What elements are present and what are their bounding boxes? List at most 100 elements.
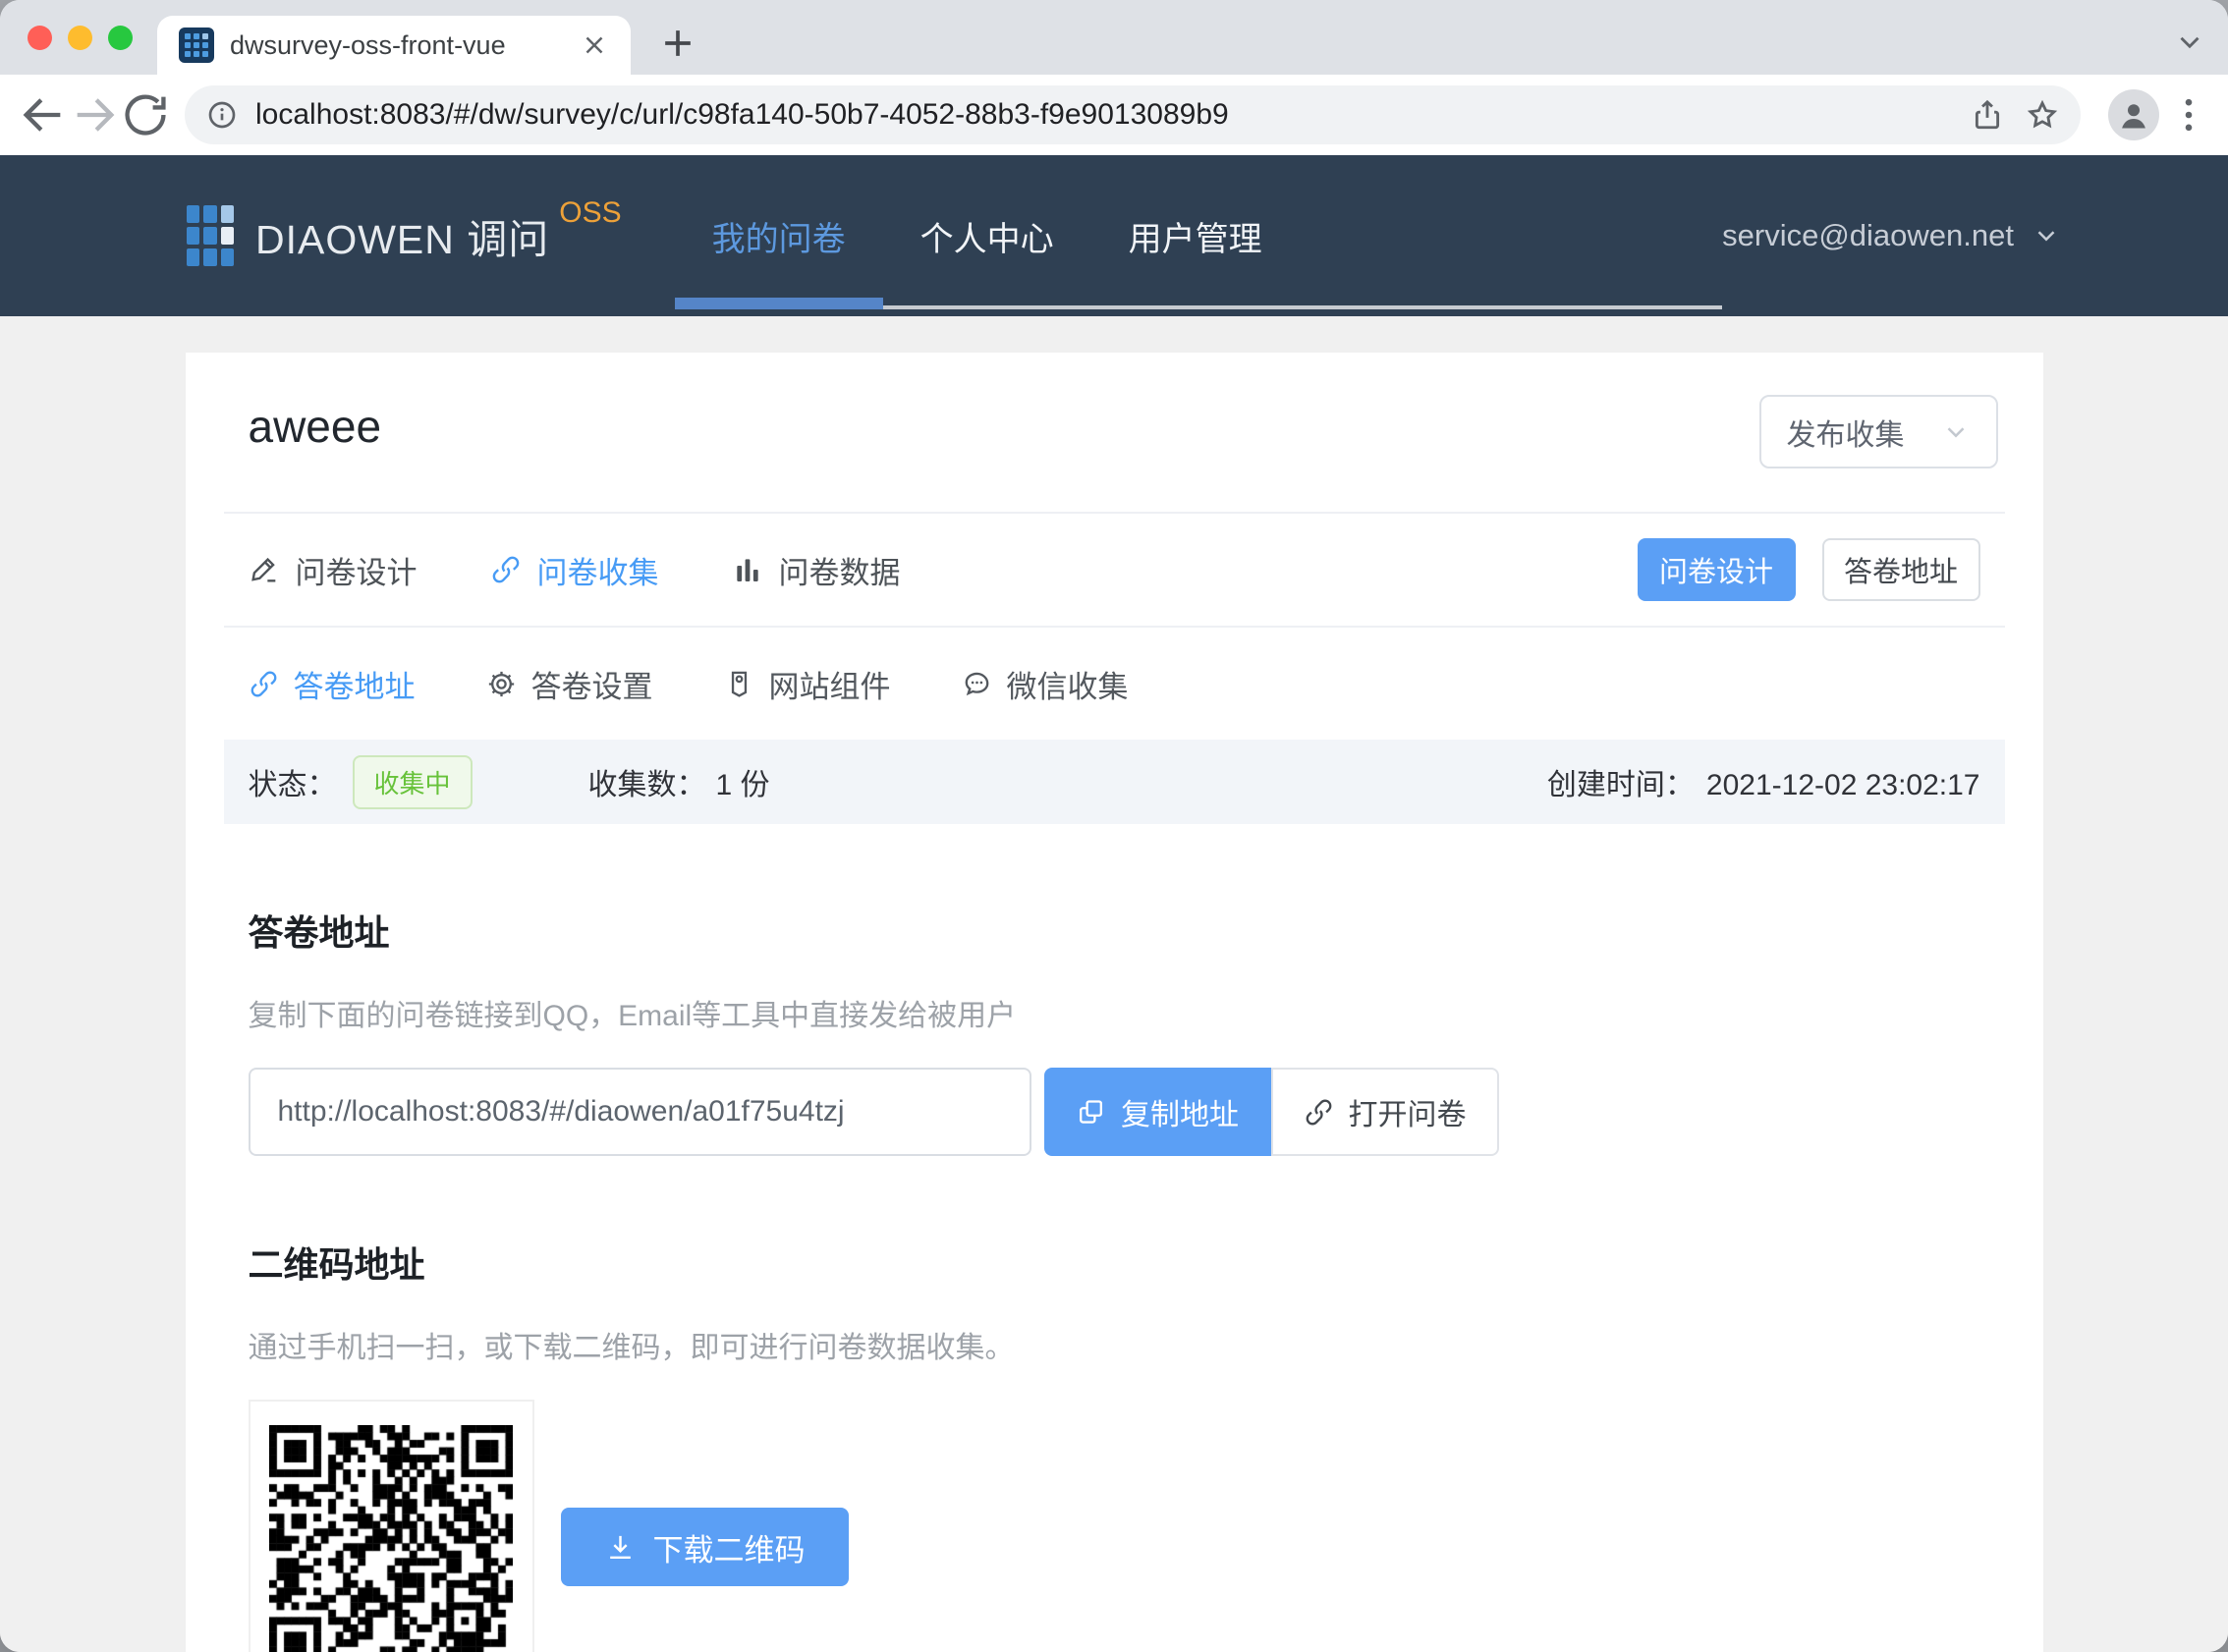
created-time: 创建时间： 2021-12-02 23:02:17 — [1547, 760, 1980, 803]
tab-survey-design[interactable]: 问卷设计 — [249, 548, 418, 592]
download-qrcode-label: 下载二维码 — [653, 1525, 806, 1569]
subtab-site-widget[interactable]: 网站组件 — [724, 662, 891, 706]
brand-title: DIAOWEN 调问 — [255, 206, 549, 265]
zoom-window-button[interactable] — [108, 26, 133, 50]
tab-label: 问卷设计 — [296, 548, 418, 592]
qrcode-frame — [249, 1400, 534, 1652]
nav-label: 我的问卷 — [712, 212, 846, 260]
open-survey-label: 打开问卷 — [1349, 1090, 1467, 1133]
collect-subtabs: 答卷地址 答卷设置 网站组件 — [249, 628, 1980, 740]
chevron-down-icon — [1941, 417, 1971, 447]
tab-label: 问卷数据 — [779, 548, 901, 592]
diaowen-logo-icon — [187, 205, 234, 266]
address-bar[interactable]: localhost:8083/#/dw/survey/c/url/c98fa14… — [185, 85, 2081, 144]
browser-tab[interactable]: dwsurvey-oss-front-vue — [157, 16, 631, 75]
copy-address-label: 复制地址 — [1121, 1090, 1239, 1133]
created-label: 创建时间： — [1547, 769, 1695, 801]
survey-tabs: 问卷设计 问卷收集 问卷数据 问卷设计 答卷地址 — [249, 514, 1980, 626]
answer-url-description: 复制下面的问卷链接到QQ，Email等工具中直接发给被用户 — [249, 991, 1980, 1034]
answer-url-heading: 答卷地址 — [249, 905, 1980, 956]
bookmark-star-icon[interactable] — [2026, 98, 2059, 132]
forward-button[interactable] — [69, 89, 120, 140]
traffic-lights — [28, 26, 133, 50]
brand[interactable]: DIAOWEN 调问 OSS — [187, 155, 622, 316]
download-qrcode-button[interactable]: 下载二维码 — [561, 1508, 849, 1586]
publish-collect-label: 发布收集 — [1787, 411, 1905, 454]
link-icon — [249, 669, 279, 699]
subtab-wechat-collect[interactable]: 微信收集 — [962, 662, 1129, 706]
nav-item-my-surveys[interactable]: 我的问卷 — [675, 155, 883, 316]
status-badge: 收集中 — [353, 755, 473, 809]
account-email: service@diaowen.net — [1722, 218, 2014, 253]
tab-overview-chevron-icon[interactable] — [2173, 26, 2206, 59]
app-header: DIAOWEN 调问 OSS 我的问卷 个人中心 用户管理 service@di… — [0, 155, 2228, 316]
answer-url-row: 复制地址 打开问卷 — [249, 1068, 1980, 1156]
created-value: 2021-12-02 23:02:17 — [1706, 769, 1980, 801]
status-bar: 状态： 收集中 收集数： 1 份 创建时间： 2021-12-02 23:02:17 — [224, 740, 2005, 824]
top-navigation: 我的问卷 个人中心 用户管理 — [675, 155, 1722, 316]
back-button[interactable] — [18, 89, 69, 140]
page-background: aweee 发布收集 问卷设计 — [0, 316, 2228, 1652]
nav-item-personal-center[interactable]: 个人中心 — [883, 155, 1091, 316]
subtab-label: 网站组件 — [769, 662, 891, 706]
answer-address-button[interactable]: 答卷地址 — [1822, 538, 1980, 601]
gear-icon — [486, 669, 517, 699]
copy-address-button[interactable]: 复制地址 — [1044, 1068, 1271, 1156]
card-header: aweee 发布收集 — [249, 353, 1980, 512]
copy-icon — [1076, 1097, 1106, 1128]
chevron-down-icon — [2032, 221, 2061, 250]
collect-count: 收集数： 1 份 — [588, 760, 770, 803]
status-label: 状态： — [249, 760, 337, 803]
account-menu[interactable]: service@diaowen.net — [1722, 155, 2061, 316]
header-actions: 问卷设计 答卷地址 — [1638, 538, 1980, 601]
browser-toolbar: localhost:8083/#/dw/survey/c/url/c98fa14… — [0, 75, 2228, 155]
nav-label: 用户管理 — [1129, 212, 1262, 260]
tab-survey-collect[interactable]: 问卷收集 — [490, 548, 659, 592]
tab-close-icon[interactable] — [580, 30, 609, 60]
pencil-icon — [249, 554, 280, 585]
subtab-answer-address[interactable]: 答卷地址 — [249, 662, 416, 706]
download-icon — [604, 1531, 637, 1564]
survey-url-input[interactable] — [249, 1068, 1031, 1156]
minimize-window-button[interactable] — [68, 26, 92, 50]
nav-item-user-management[interactable]: 用户管理 — [1091, 155, 1300, 316]
profile-avatar[interactable] — [2108, 89, 2159, 140]
answer-url-section: 答卷地址 复制下面的问卷链接到QQ，Email等工具中直接发给被用户 复制地址 — [249, 905, 1980, 1156]
new-tab-button[interactable] — [656, 22, 699, 65]
chat-bubble-icon — [962, 669, 992, 699]
site-info-icon[interactable] — [206, 99, 238, 131]
publish-collect-dropdown[interactable]: 发布收集 — [1759, 395, 1998, 468]
qrcode-section: 二维码地址 通过手机扫一扫，或下载二维码，即可进行问卷数据收集。 下载二维码 — [249, 1237, 1980, 1652]
site-favicon — [179, 28, 214, 63]
count-value: 1 份 — [716, 769, 770, 801]
browser-menu-icon[interactable] — [2167, 93, 2210, 137]
subtab-label: 微信收集 — [1007, 662, 1129, 706]
link-icon — [490, 554, 522, 585]
tab-survey-data[interactable]: 问卷数据 — [732, 548, 901, 592]
subtab-label: 答卷设置 — [531, 662, 653, 706]
browser-window: dwsurvey-oss-front-vue localhost:8083/#/… — [0, 0, 2228, 1652]
link-icon — [1304, 1097, 1334, 1128]
nav-label: 个人中心 — [920, 212, 1054, 260]
subtab-answer-settings[interactable]: 答卷设置 — [486, 662, 653, 706]
tag-icon — [724, 669, 754, 699]
survey-title: aweee — [249, 400, 1980, 453]
qrcode-heading: 二维码地址 — [249, 1237, 1980, 1288]
open-survey-button[interactable]: 打开问卷 — [1271, 1068, 1499, 1156]
survey-design-button[interactable]: 问卷设计 — [1638, 538, 1796, 601]
qrcode-description: 通过手机扫一扫，或下载二维码，即可进行问卷数据收集。 — [249, 1323, 1980, 1366]
close-window-button[interactable] — [28, 26, 52, 50]
brand-badge: OSS — [559, 196, 621, 230]
bar-chart-icon — [732, 554, 763, 585]
tab-label: 问卷收集 — [537, 548, 659, 592]
count-label: 收集数： — [588, 769, 706, 801]
url-text: localhost:8083/#/dw/survey/c/url/c98fa14… — [255, 98, 1971, 132]
browser-tabstrip: dwsurvey-oss-front-vue — [0, 0, 2228, 75]
tab-title: dwsurvey-oss-front-vue — [230, 30, 580, 61]
qr-code-image — [269, 1425, 513, 1652]
subtab-label: 答卷地址 — [294, 662, 416, 706]
survey-card: aweee 发布收集 问卷设计 — [186, 353, 2043, 1652]
reload-button[interactable] — [120, 89, 171, 140]
qrcode-row: 下载二维码 — [249, 1400, 1980, 1652]
share-icon[interactable] — [1971, 98, 2004, 132]
